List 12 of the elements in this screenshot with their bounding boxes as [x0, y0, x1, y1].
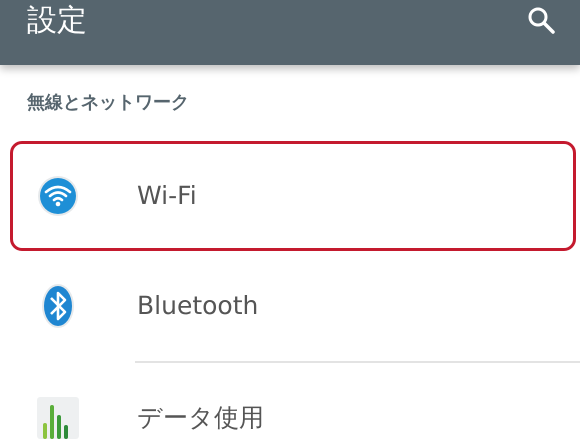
item-label: Wi-Fi [137, 181, 197, 211]
wifi-icon [37, 175, 79, 217]
item-label: データ使用 [137, 403, 264, 433]
section-header: 無線とネットワーク [27, 92, 189, 113]
search-icon[interactable] [527, 6, 555, 34]
settings-item[interactable]: Wi-Fi [10, 141, 576, 251]
bar-chart-icon [37, 397, 79, 439]
settings-item[interactable]: データ使用 [10, 363, 576, 440]
settings-item[interactable]: Bluetooth [10, 251, 576, 361]
item-label: Bluetooth [137, 291, 258, 321]
bluetooth-icon [41, 283, 75, 329]
app-bar-title: 設定 [27, 2, 87, 40]
